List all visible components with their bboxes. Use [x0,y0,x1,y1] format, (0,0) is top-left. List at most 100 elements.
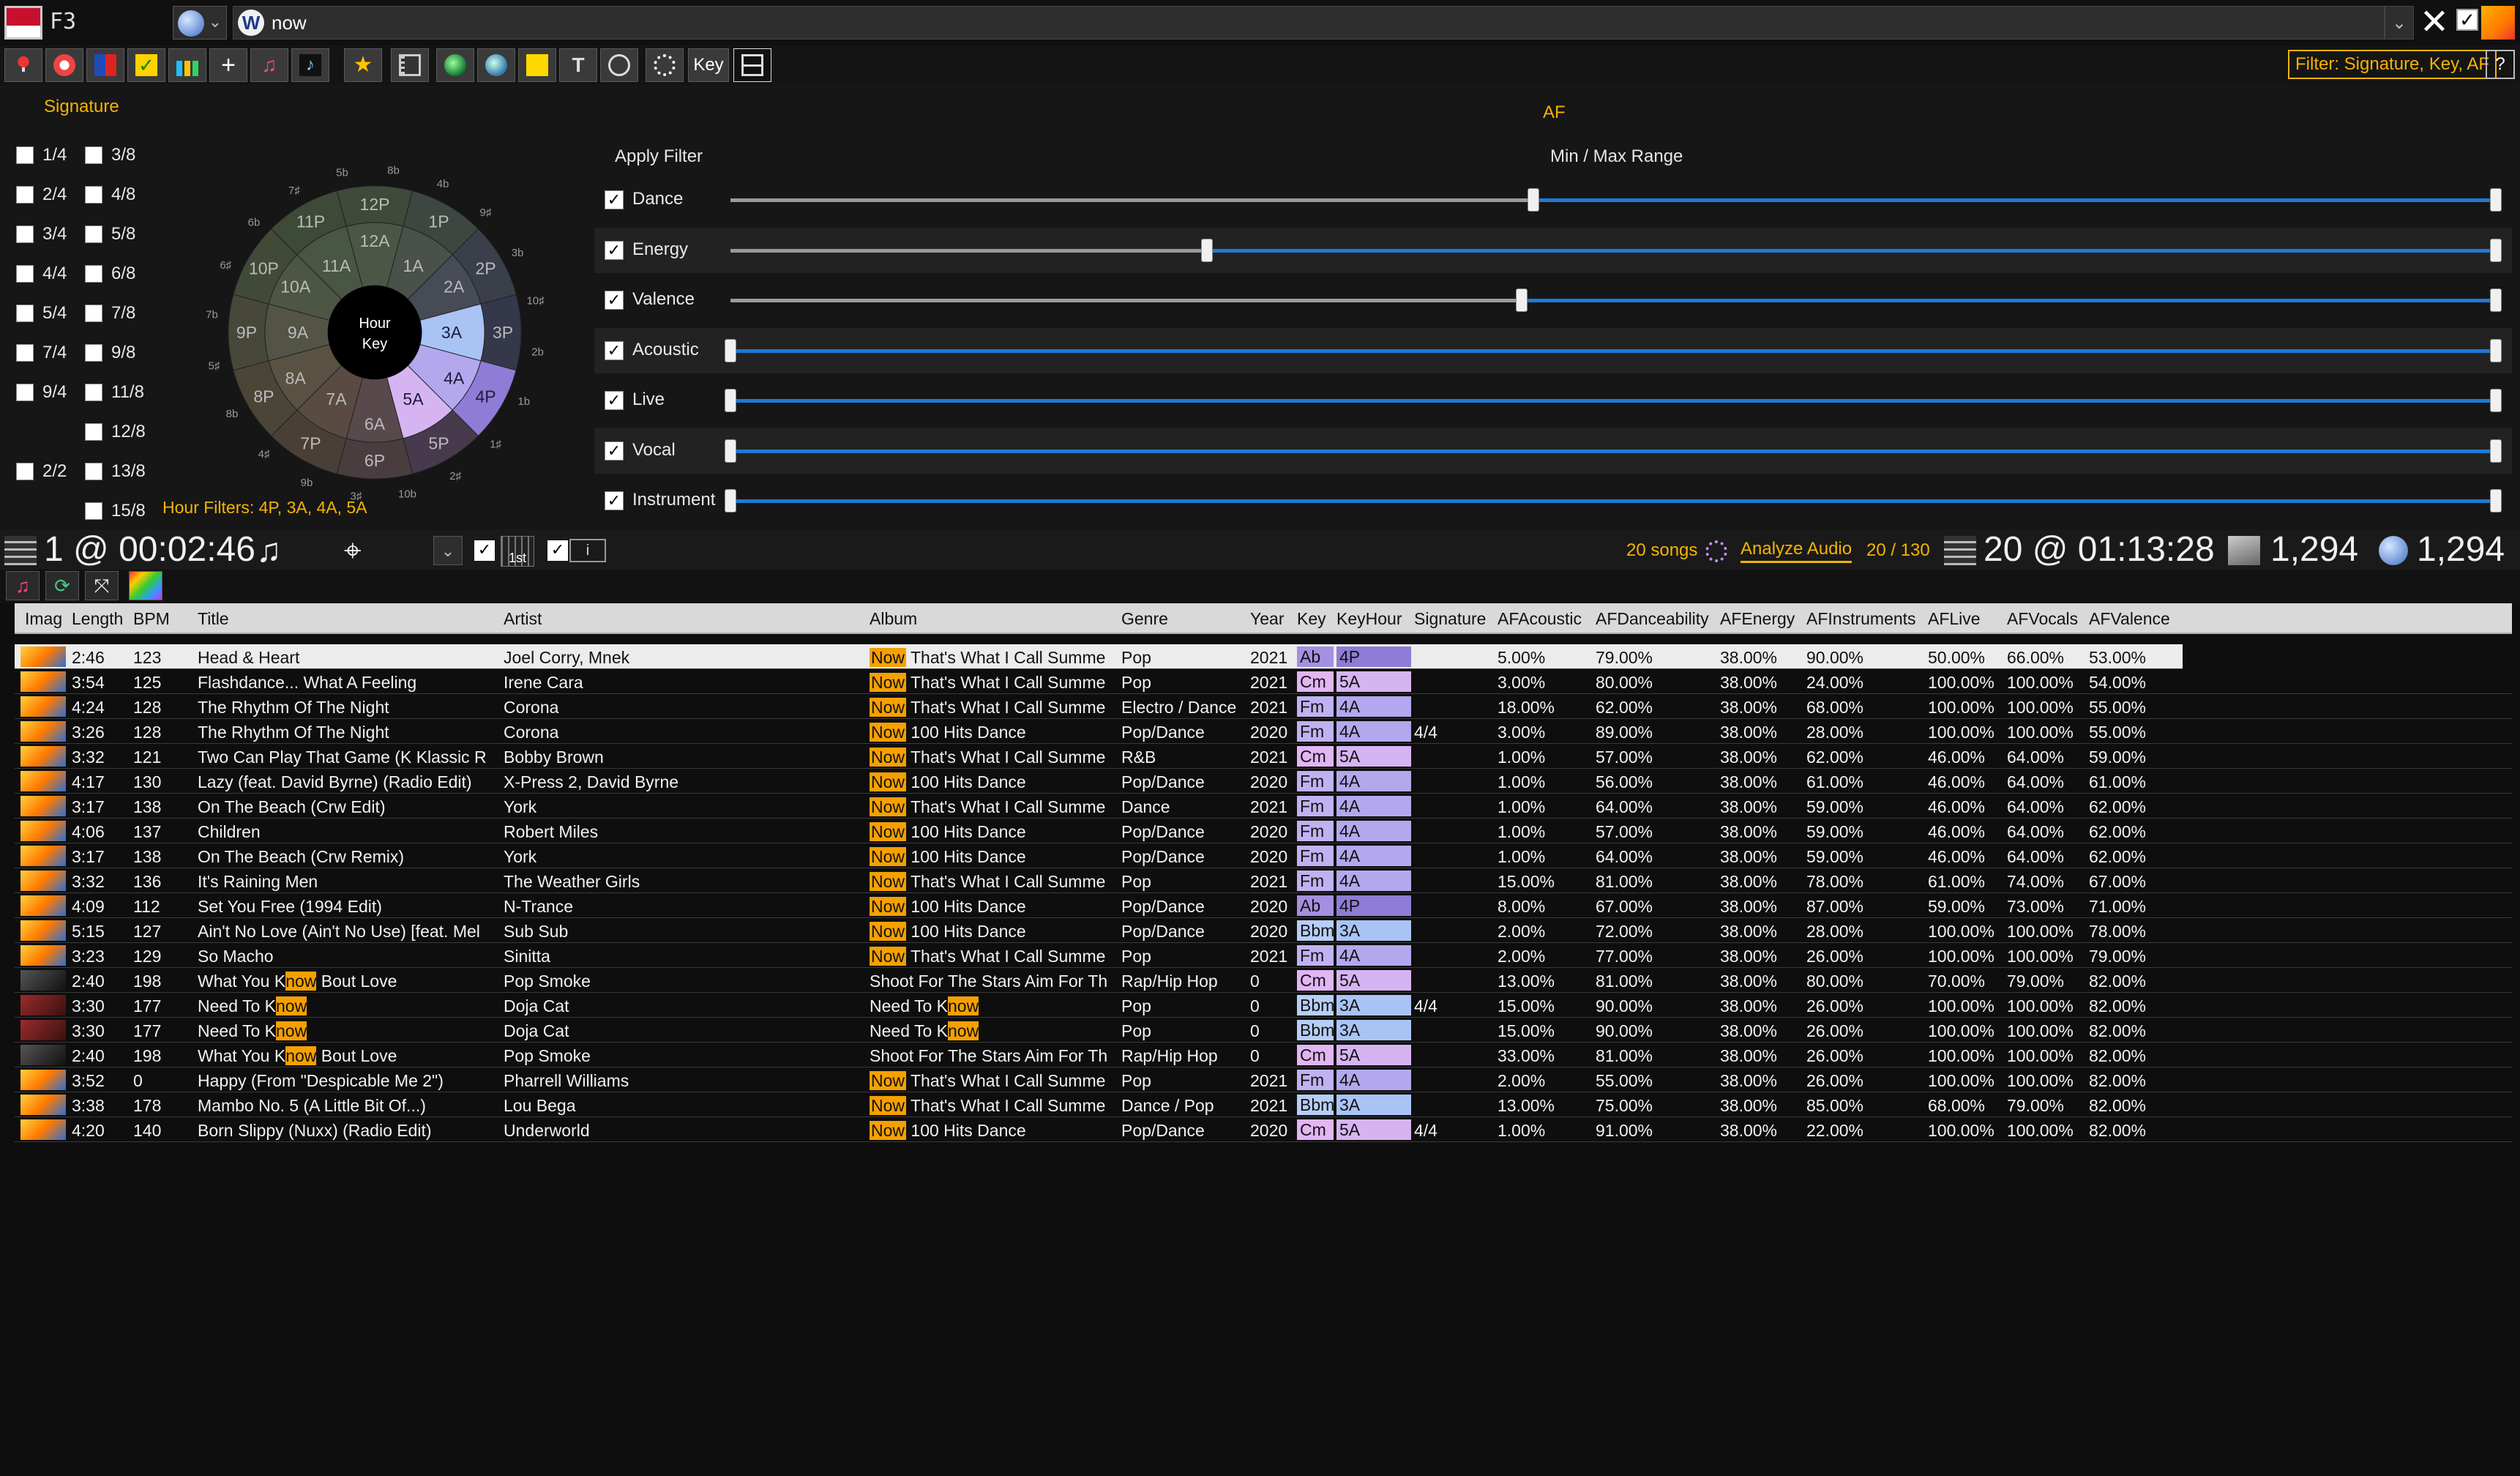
table-row[interactable]: 3:23 129 So Macho Sinitta Now That's What I … [15,943,2512,968]
signature-option[interactable]: 5/4 [16,303,67,324]
signature-option[interactable]: 13/8 [85,461,146,482]
toolbar-pin-button[interactable] [4,48,42,82]
table-row[interactable]: 4:20 140 Born Slippy (Nuxx) (Radio Edit) Un… [15,1117,2512,1142]
signature-checkbox[interactable] [16,225,34,243]
signature-option[interactable]: 11/8 [85,382,144,403]
table-row[interactable]: 2:40 198 What You Know Bout Love Pop Smoke S… [15,1043,2512,1067]
wheel-center[interactable] [328,286,422,379]
signature-checkbox[interactable] [85,186,102,204]
table-row[interactable]: 3:32 136 It's Raining Men The Weather Girls… [15,868,2512,893]
toolbar-online-button[interactable] [477,48,515,82]
toolbar-favorite-button[interactable]: ★ [344,48,382,82]
column-header-afvocals[interactable]: AFVocals [2007,609,2078,629]
toolbar-web-button[interactable] [436,48,474,82]
table-row[interactable]: 3:26 128 The Rhythm Of The Night Corona Now … [15,719,2512,744]
signature-checkbox[interactable] [16,463,34,480]
app-logo-icon[interactable] [4,6,42,40]
af-min-handle[interactable] [725,439,736,463]
af-checkbox[interactable]: ✓ [605,291,624,310]
toolbar-stats-button[interactable] [168,48,206,82]
column-header-artist[interactable]: Artist [504,609,542,629]
af-min-handle[interactable] [725,338,736,362]
toolbar-key-button[interactable]: Key [688,48,729,82]
af-min-handle[interactable] [725,489,736,512]
search-input[interactable] [272,8,2520,37]
search-box[interactable]: W [233,6,2520,40]
click-cursor-icon[interactable]: ⌖ [344,533,362,569]
clear-search-button[interactable]: ✕ [2417,4,2452,41]
toolbar-video-button[interactable] [391,48,429,82]
signature-option[interactable]: 6/8 [85,264,135,284]
af-max-handle[interactable] [2490,489,2502,512]
table-row[interactable]: 3:38 178 Mambo No. 5 (A Little Bit Of...) L… [15,1092,2512,1117]
signature-checkbox[interactable] [85,502,102,520]
mode-dropdown[interactable]: ⌄ [433,536,463,565]
music-note-icon[interactable]: ♫ [256,530,282,570]
signature-option[interactable]: 9/8 [85,343,135,363]
signature-option[interactable]: 3/4 [16,224,67,245]
signature-option[interactable]: 5/8 [85,224,135,245]
signature-option[interactable]: 4/4 [16,264,67,284]
signature-checkbox[interactable] [16,186,34,204]
table-row[interactable]: 3:30 177 Need To Know Doja Cat Need To Know P… [15,1018,2512,1043]
results-grid-icon[interactable] [1944,536,1976,565]
refresh-icon[interactable]: ⟳ [45,571,79,600]
signature-checkbox[interactable] [16,265,34,283]
table-row[interactable]: 2:46 123 Head & Heart Joel Corry, Mnek Now T… [15,644,2183,669]
signature-checkbox[interactable] [85,344,102,362]
signature-checkbox[interactable] [85,384,102,401]
af-checkbox[interactable]: ✓ [605,190,624,209]
option-checkbox-1[interactable]: ✓ [474,540,495,561]
column-header-title[interactable]: Title [198,609,229,629]
color-view-icon[interactable] [129,571,162,600]
column-header-afinstruments[interactable]: AFInstruments [1806,609,1916,629]
table-row[interactable]: 4:09 112 Set You Free (1994 Edit) N-Trance N… [15,893,2512,918]
column-header-album[interactable]: Album [870,609,917,629]
signature-checkbox[interactable] [85,146,102,164]
signature-option[interactable]: 2/2 [16,461,67,482]
first-button[interactable]: 1st [501,536,534,567]
column-header-keyhour[interactable]: KeyHour [1336,609,1402,629]
toolbar-music-button[interactable]: ♫ [250,48,288,82]
column-header-aflive[interactable]: AFLive [1928,609,1981,629]
toolbar-text-button[interactable]: T [559,48,597,82]
column-header-afdanceability[interactable]: AFDanceability [1596,609,1709,629]
af-checkbox[interactable]: ✓ [605,441,624,461]
table-row[interactable]: 3:54 125 Flashdance... What A Feeling Irene… [15,669,2512,694]
toolbar-record-button[interactable] [45,48,83,82]
toolbar-add-button[interactable]: + [209,48,247,82]
signature-checkbox[interactable] [16,146,34,164]
column-header-afvalence[interactable]: AFValence [2089,609,2170,629]
toolbar-wheel-button[interactable] [646,48,684,82]
library-box-icon[interactable] [2228,536,2260,565]
toolbar-check-button[interactable]: ✓ [127,48,165,82]
column-header-imag[interactable]: Imag [25,609,62,629]
toolbar-timer-button[interactable] [600,48,638,82]
source-selector[interactable]: ⌄ [173,6,227,40]
signature-checkbox[interactable] [85,305,102,322]
column-header-afacoustic[interactable]: AFAcoustic [1498,609,1582,629]
af-min-handle[interactable] [1528,188,1540,212]
music-view-icon[interactable]: ♫ [6,571,40,600]
af-max-handle[interactable] [2490,238,2502,262]
hour-key-wheel[interactable]: 12P 1P 2P 3P 4P 5P 6P 7P 8P 9P 10P 11P 12A 1A 2A 3A 4A 5A… [192,149,558,515]
info-button[interactable]: i [569,539,606,562]
af-min-handle[interactable] [725,389,736,412]
af-max-handle[interactable] [2490,338,2502,362]
expand-icon[interactable]: ⤧ [85,571,119,600]
column-header-bpm[interactable]: BPM [133,609,170,629]
help-button[interactable]: ? [2486,50,2515,79]
auto-search-checkbox[interactable]: ✓ [2456,9,2478,31]
af-min-handle[interactable] [1201,238,1214,262]
table-row[interactable]: 4:06 137 Children Robert Miles Now 100 Hits … [15,819,2512,843]
toolbar-note-button[interactable] [518,48,556,82]
column-header-afenergy[interactable]: AFEnergy [1720,609,1795,629]
signature-checkbox[interactable] [85,423,102,441]
column-header-signature[interactable]: Signature [1414,609,1486,629]
af-max-handle[interactable] [2490,288,2502,312]
column-header-length[interactable]: Length [72,609,123,629]
online-globe-icon[interactable] [2379,536,2408,565]
table-row[interactable]: 3:17 138 On The Beach (Crw Remix) York Now 1… [15,843,2512,868]
toolbar-flag-button[interactable] [86,48,124,82]
af-checkbox[interactable]: ✓ [605,391,624,410]
